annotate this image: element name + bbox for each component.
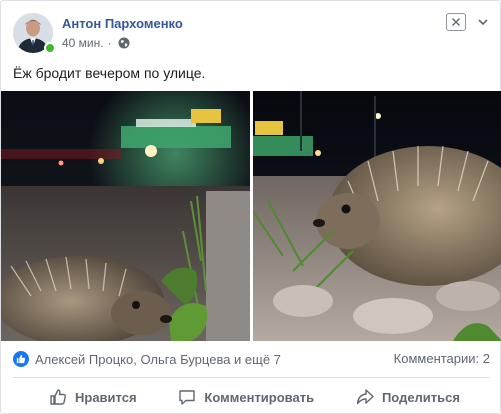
like-label: Нравится [75, 389, 137, 405]
thumbs-up-icon [50, 389, 66, 405]
author-name[interactable]: Антон Пархоменко [62, 16, 183, 31]
online-status-dot [44, 42, 56, 54]
share-label: Поделиться [381, 389, 460, 405]
photo-grid [1, 91, 501, 341]
post-header: Антон Пархоменко 40 мин. · [13, 13, 490, 55]
post-timestamp[interactable]: 40 мин. [62, 36, 104, 50]
comment-label: Комментировать [204, 389, 315, 405]
feed-post: Антон Пархоменко 40 мин. · Ёж бродит веч… [0, 0, 501, 414]
reactions-bar[interactable]: Алексей Процко, Ольга Бурцева и ещё 7 Ко… [13, 349, 490, 369]
post-actions: Нравится Комментировать Поделиться [13, 381, 490, 413]
globe-icon[interactable] [118, 37, 130, 49]
like-button[interactable]: Нравится [49, 381, 137, 413]
close-icon [452, 18, 460, 26]
post-text: Ёж бродит вечером по улице. [13, 65, 206, 81]
post-photo-1[interactable] [1, 91, 250, 341]
post-options-button[interactable] [476, 15, 490, 29]
comment-icon [179, 390, 196, 405]
comment-button[interactable]: Комментировать [178, 381, 314, 413]
post-photo-2[interactable] [253, 91, 501, 341]
like-icon [13, 351, 29, 367]
reactors-list[interactable]: Алексей Процко, Ольга Бурцева и ещё 7 [35, 352, 281, 367]
post-meta: 40 мин. · [62, 36, 130, 50]
hide-post-button[interactable] [446, 13, 466, 31]
actions-divider [13, 377, 490, 378]
meta-separator: · [107, 36, 112, 50]
chevron-down-icon [478, 19, 488, 26]
share-icon [356, 389, 374, 405]
comments-count[interactable]: Комментарии: 2 [394, 351, 490, 366]
share-button[interactable]: Поделиться [356, 381, 460, 413]
